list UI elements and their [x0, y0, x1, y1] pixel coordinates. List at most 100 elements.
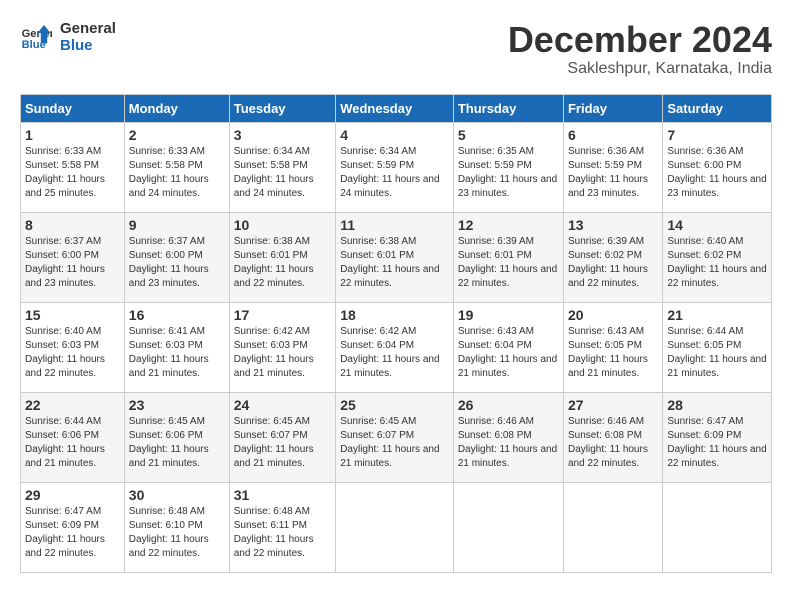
calendar-cell: 1 Sunrise: 6:33 AMSunset: 5:58 PMDayligh…: [21, 122, 125, 212]
col-header-monday: Monday: [124, 94, 229, 122]
calendar-cell: [336, 482, 454, 572]
day-number: 24: [234, 397, 331, 413]
title-area: December 2024 Sakleshpur, Karnataka, Ind…: [508, 20, 772, 78]
day-detail: Sunrise: 6:35 AMSunset: 5:59 PMDaylight:…: [458, 146, 557, 199]
calendar-cell: 8 Sunrise: 6:37 AMSunset: 6:00 PMDayligh…: [21, 212, 125, 302]
day-detail: Sunrise: 6:38 AMSunset: 6:01 PMDaylight:…: [340, 236, 439, 289]
day-number: 28: [667, 397, 767, 413]
day-number: 8: [25, 217, 120, 233]
day-detail: Sunrise: 6:42 AMSunset: 6:04 PMDaylight:…: [340, 326, 439, 379]
day-detail: Sunrise: 6:37 AMSunset: 6:00 PMDaylight:…: [129, 236, 209, 289]
day-number: 21: [667, 307, 767, 323]
calendar-cell: 10 Sunrise: 6:38 AMSunset: 6:01 PMDaylig…: [229, 212, 335, 302]
day-number: 26: [458, 397, 559, 413]
header: General Blue General Blue December 2024 …: [20, 20, 772, 78]
col-header-wednesday: Wednesday: [336, 94, 454, 122]
day-detail: Sunrise: 6:36 AMSunset: 5:59 PMDaylight:…: [568, 146, 648, 199]
calendar-cell: 18 Sunrise: 6:42 AMSunset: 6:04 PMDaylig…: [336, 302, 454, 392]
col-header-thursday: Thursday: [453, 94, 563, 122]
day-detail: Sunrise: 6:41 AMSunset: 6:03 PMDaylight:…: [129, 326, 209, 379]
day-number: 5: [458, 127, 559, 143]
calendar-cell: 22 Sunrise: 6:44 AMSunset: 6:06 PMDaylig…: [21, 392, 125, 482]
day-number: 4: [340, 127, 449, 143]
calendar-cell: 27 Sunrise: 6:46 AMSunset: 6:08 PMDaylig…: [563, 392, 662, 482]
day-detail: Sunrise: 6:42 AMSunset: 6:03 PMDaylight:…: [234, 326, 314, 379]
day-detail: Sunrise: 6:48 AMSunset: 6:11 PMDaylight:…: [234, 506, 314, 559]
calendar-cell: [453, 482, 563, 572]
day-number: 30: [129, 487, 225, 503]
day-detail: Sunrise: 6:45 AMSunset: 6:07 PMDaylight:…: [234, 416, 314, 469]
month-title: December 2024: [508, 20, 772, 60]
day-number: 20: [568, 307, 658, 323]
day-number: 18: [340, 307, 449, 323]
calendar-cell: 30 Sunrise: 6:48 AMSunset: 6:10 PMDaylig…: [124, 482, 229, 572]
calendar-table: SundayMondayTuesdayWednesdayThursdayFrid…: [20, 94, 772, 573]
calendar-cell: 13 Sunrise: 6:39 AMSunset: 6:02 PMDaylig…: [563, 212, 662, 302]
day-detail: Sunrise: 6:44 AMSunset: 6:06 PMDaylight:…: [25, 416, 105, 469]
day-number: 2: [129, 127, 225, 143]
col-header-saturday: Saturday: [663, 94, 772, 122]
calendar-cell: 19 Sunrise: 6:43 AMSunset: 6:04 PMDaylig…: [453, 302, 563, 392]
day-number: 29: [25, 487, 120, 503]
day-number: 27: [568, 397, 658, 413]
calendar-cell: 21 Sunrise: 6:44 AMSunset: 6:05 PMDaylig…: [663, 302, 772, 392]
day-number: 23: [129, 397, 225, 413]
calendar-cell: 23 Sunrise: 6:45 AMSunset: 6:06 PMDaylig…: [124, 392, 229, 482]
calendar-cell: [663, 482, 772, 572]
day-detail: Sunrise: 6:40 AMSunset: 6:03 PMDaylight:…: [25, 326, 105, 379]
col-header-tuesday: Tuesday: [229, 94, 335, 122]
day-detail: Sunrise: 6:33 AMSunset: 5:58 PMDaylight:…: [129, 146, 209, 199]
col-header-friday: Friday: [563, 94, 662, 122]
day-number: 17: [234, 307, 331, 323]
calendar-cell: 31 Sunrise: 6:48 AMSunset: 6:11 PMDaylig…: [229, 482, 335, 572]
day-detail: Sunrise: 6:38 AMSunset: 6:01 PMDaylight:…: [234, 236, 314, 289]
logo-line2: Blue: [60, 37, 116, 54]
day-number: 25: [340, 397, 449, 413]
day-number: 15: [25, 307, 120, 323]
calendar-cell: 12 Sunrise: 6:39 AMSunset: 6:01 PMDaylig…: [453, 212, 563, 302]
calendar-cell: 15 Sunrise: 6:40 AMSunset: 6:03 PMDaylig…: [21, 302, 125, 392]
day-detail: Sunrise: 6:34 AMSunset: 5:58 PMDaylight:…: [234, 146, 314, 199]
day-number: 13: [568, 217, 658, 233]
day-number: 11: [340, 217, 449, 233]
day-detail: Sunrise: 6:46 AMSunset: 6:08 PMDaylight:…: [568, 416, 648, 469]
calendar-cell: 14 Sunrise: 6:40 AMSunset: 6:02 PMDaylig…: [663, 212, 772, 302]
day-detail: Sunrise: 6:36 AMSunset: 6:00 PMDaylight:…: [667, 146, 766, 199]
day-number: 10: [234, 217, 331, 233]
day-number: 12: [458, 217, 559, 233]
day-number: 31: [234, 487, 331, 503]
day-detail: Sunrise: 6:40 AMSunset: 6:02 PMDaylight:…: [667, 236, 766, 289]
logo-icon: General Blue: [20, 21, 52, 53]
calendar-cell: [563, 482, 662, 572]
calendar-cell: 3 Sunrise: 6:34 AMSunset: 5:58 PMDayligh…: [229, 122, 335, 212]
day-number: 7: [667, 127, 767, 143]
calendar-cell: 17 Sunrise: 6:42 AMSunset: 6:03 PMDaylig…: [229, 302, 335, 392]
day-detail: Sunrise: 6:47 AMSunset: 6:09 PMDaylight:…: [25, 506, 105, 559]
logo: General Blue General Blue: [20, 20, 116, 54]
day-number: 16: [129, 307, 225, 323]
week-row: 15 Sunrise: 6:40 AMSunset: 6:03 PMDaylig…: [21, 302, 772, 392]
calendar-cell: 4 Sunrise: 6:34 AMSunset: 5:59 PMDayligh…: [336, 122, 454, 212]
calendar-cell: 25 Sunrise: 6:45 AMSunset: 6:07 PMDaylig…: [336, 392, 454, 482]
calendar-cell: 16 Sunrise: 6:41 AMSunset: 6:03 PMDaylig…: [124, 302, 229, 392]
calendar-cell: 9 Sunrise: 6:37 AMSunset: 6:00 PMDayligh…: [124, 212, 229, 302]
day-number: 1: [25, 127, 120, 143]
day-number: 9: [129, 217, 225, 233]
day-detail: Sunrise: 6:45 AMSunset: 6:07 PMDaylight:…: [340, 416, 439, 469]
calendar-cell: 24 Sunrise: 6:45 AMSunset: 6:07 PMDaylig…: [229, 392, 335, 482]
day-detail: Sunrise: 6:47 AMSunset: 6:09 PMDaylight:…: [667, 416, 766, 469]
week-row: 8 Sunrise: 6:37 AMSunset: 6:00 PMDayligh…: [21, 212, 772, 302]
week-row: 1 Sunrise: 6:33 AMSunset: 5:58 PMDayligh…: [21, 122, 772, 212]
calendar-cell: 11 Sunrise: 6:38 AMSunset: 6:01 PMDaylig…: [336, 212, 454, 302]
day-number: 3: [234, 127, 331, 143]
day-detail: Sunrise: 6:39 AMSunset: 6:01 PMDaylight:…: [458, 236, 557, 289]
day-number: 19: [458, 307, 559, 323]
day-detail: Sunrise: 6:45 AMSunset: 6:06 PMDaylight:…: [129, 416, 209, 469]
day-number: 6: [568, 127, 658, 143]
day-detail: Sunrise: 6:33 AMSunset: 5:58 PMDaylight:…: [25, 146, 105, 199]
calendar-cell: 5 Sunrise: 6:35 AMSunset: 5:59 PMDayligh…: [453, 122, 563, 212]
week-row: 29 Sunrise: 6:47 AMSunset: 6:09 PMDaylig…: [21, 482, 772, 572]
calendar-cell: 26 Sunrise: 6:46 AMSunset: 6:08 PMDaylig…: [453, 392, 563, 482]
day-number: 14: [667, 217, 767, 233]
header-row: SundayMondayTuesdayWednesdayThursdayFrid…: [21, 94, 772, 122]
